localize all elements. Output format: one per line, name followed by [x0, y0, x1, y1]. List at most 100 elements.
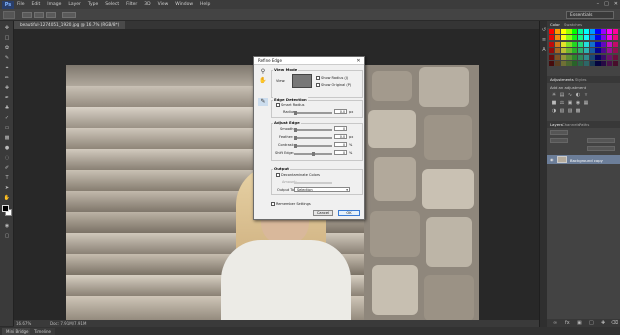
swatch[interactable] — [606, 48, 613, 54]
swatch[interactable] — [577, 54, 584, 60]
workspace-select[interactable]: Essentials — [566, 11, 614, 19]
swatch[interactable] — [612, 29, 618, 34]
swatch[interactable] — [601, 48, 607, 54]
contrast-slider-knob[interactable] — [294, 144, 297, 148]
menu-view[interactable]: View — [158, 2, 169, 7]
swatch[interactable] — [572, 29, 578, 34]
menu-layer[interactable]: Layer — [68, 2, 81, 7]
swatch[interactable] — [595, 35, 601, 41]
swatch[interactable] — [554, 35, 561, 41]
fill-field[interactable] — [587, 146, 615, 151]
tab-mini-bridge[interactable]: Mini Bridge — [2, 328, 33, 335]
swatch[interactable] — [612, 54, 618, 60]
swatch[interactable] — [566, 35, 572, 41]
zoom-tool-icon[interactable]: ⚲ — [258, 68, 268, 76]
swatch[interactable] — [549, 35, 555, 41]
type-tool-icon[interactable]: T — [3, 175, 11, 181]
menu-help[interactable]: Help — [200, 2, 210, 7]
blur-tool-icon[interactable]: ● — [3, 145, 11, 151]
swatch[interactable] — [572, 54, 578, 60]
feather-slider-knob[interactable] — [294, 136, 297, 140]
swatch[interactable] — [577, 41, 584, 47]
swatch[interactable] — [606, 29, 613, 34]
swatch[interactable] — [572, 48, 578, 54]
menu-file[interactable]: File — [17, 2, 25, 7]
show-original-checkbox[interactable] — [316, 83, 320, 87]
swatch[interactable] — [595, 29, 601, 34]
show-radius-checkbox[interactable] — [316, 76, 320, 80]
swatch[interactable] — [549, 48, 555, 54]
add-mask-icon[interactable]: ▣ — [577, 320, 582, 326]
swatch[interactable] — [560, 48, 566, 54]
swatch[interactable] — [601, 41, 607, 47]
clone-stamp-tool-icon[interactable]: ♣ — [3, 105, 11, 111]
swatch[interactable] — [554, 41, 561, 47]
marquee-tool-icon[interactable]: □ — [3, 35, 11, 41]
swatch[interactable] — [566, 61, 572, 67]
tab-styles[interactable]: Styles — [575, 77, 587, 82]
swatch[interactable] — [601, 35, 607, 41]
brightness-icon[interactable]: ☀ — [551, 93, 557, 98]
menu-image[interactable]: Image — [47, 2, 61, 7]
posterize-icon[interactable]: ▧ — [559, 109, 565, 114]
swatch[interactable] — [554, 54, 561, 60]
quick-mask-icon[interactable]: ◉ — [3, 223, 11, 229]
contrast-slider[interactable] — [294, 144, 332, 148]
opacity-field[interactable] — [587, 138, 615, 143]
healing-brush-tool-icon[interactable]: ✚ — [3, 85, 11, 91]
link-layers-icon[interactable]: ∞ — [553, 320, 557, 326]
swatch[interactable] — [589, 29, 595, 34]
hand-tool-icon[interactable]: ✋ — [258, 77, 268, 85]
swatch[interactable] — [560, 54, 566, 60]
dialog-close-icon[interactable]: ✕ — [354, 58, 363, 64]
tab-color[interactable]: Color — [550, 22, 560, 27]
black-white-icon[interactable]: ▣ — [567, 101, 573, 106]
add-to-selection-icon[interactable] — [34, 12, 44, 18]
menu-edit[interactable]: Edit — [32, 2, 41, 7]
crop-tool-icon[interactable]: ⌖ — [3, 65, 11, 71]
swatch[interactable] — [583, 35, 590, 41]
swatch[interactable] — [572, 41, 578, 47]
hue-saturation-icon[interactable]: ■ — [551, 101, 557, 106]
lasso-tool-icon[interactable]: ✿ — [3, 45, 11, 51]
shift-edge-slider-knob[interactable] — [312, 152, 315, 156]
curves-icon[interactable]: ∿ — [567, 93, 573, 98]
radius-input[interactable]: 0.0 — [334, 109, 347, 114]
menu-filter[interactable]: Filter — [126, 2, 137, 7]
swatch[interactable] — [560, 35, 566, 41]
swatch[interactable] — [549, 54, 555, 60]
tab-layers[interactable]: Layers — [550, 122, 563, 127]
eraser-tool-icon[interactable]: ▭ — [3, 125, 11, 131]
layer-style-icon[interactable]: fx — [565, 320, 570, 326]
view-thumbnail-select[interactable] — [292, 74, 312, 88]
swatch[interactable] — [583, 61, 590, 67]
refine-radius-tool-icon[interactable]: ✎ — [258, 98, 268, 106]
remember-settings-checkbox[interactable] — [271, 202, 275, 206]
swatch[interactable] — [560, 61, 566, 67]
swatch[interactable] — [554, 48, 561, 54]
new-selection-icon[interactable] — [22, 12, 32, 18]
eyedropper-tool-icon[interactable]: ✏ — [3, 75, 11, 81]
shift-edge-slider[interactable] — [294, 152, 332, 156]
swatch[interactable] — [577, 29, 584, 34]
swatch[interactable] — [606, 35, 613, 41]
amount-slider[interactable] — [294, 182, 332, 184]
swatch[interactable] — [589, 48, 595, 54]
menu-select[interactable]: Select — [105, 2, 119, 7]
vibrance-icon[interactable]: ▿ — [583, 93, 589, 98]
smart-radius-checkbox[interactable] — [276, 103, 280, 107]
swatch[interactable] — [583, 54, 590, 60]
swatch[interactable] — [566, 29, 572, 34]
document-tab[interactable]: beautiful-1274051_1920.jpg @ 16.7% (RGB/… — [14, 21, 126, 29]
contrast-input[interactable]: 0 — [334, 142, 347, 147]
tab-adjustments[interactable]: Adjustments — [550, 77, 574, 82]
subtract-selection-icon[interactable] — [46, 12, 56, 18]
threshold-icon[interactable]: ▨ — [567, 109, 573, 114]
gradient-tool-icon[interactable]: ▩ — [3, 135, 11, 141]
move-tool-icon[interactable]: ✥ — [3, 25, 11, 31]
swatch[interactable] — [601, 54, 607, 60]
shift-edge-input[interactable]: 0 — [334, 150, 347, 155]
menu-window[interactable]: Window — [175, 2, 193, 7]
smooth-input[interactable]: 0 — [334, 126, 347, 131]
feather-slider[interactable] — [294, 136, 332, 140]
